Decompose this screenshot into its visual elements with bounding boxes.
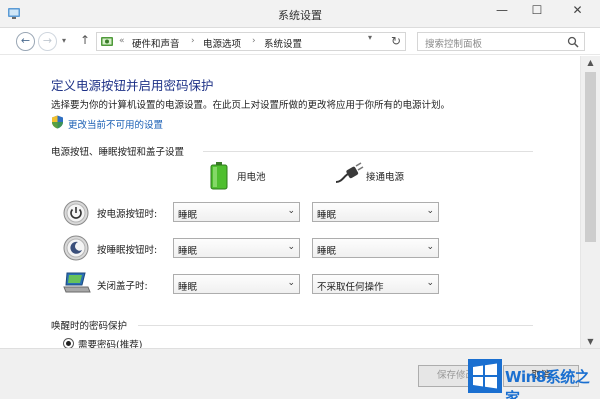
chevron-down-icon: ⌄ bbox=[426, 278, 434, 288]
laptop-lid-icon bbox=[63, 272, 91, 293]
recent-locations-button[interactable]: ▾ bbox=[62, 36, 66, 45]
watermark-text: Win8系统之家 bbox=[505, 368, 590, 399]
power-button-plugged-select[interactable]: 睡眠 ⌄ bbox=[312, 202, 439, 222]
chevron-down-icon: ⌄ bbox=[287, 242, 295, 252]
breadcrumb-system-settings[interactable]: 系统设置 bbox=[264, 36, 302, 50]
close-lid-label: 关闭盖子时: bbox=[97, 281, 148, 292]
title-bar: 系统设置 — ☐ ✕ bbox=[0, 0, 600, 28]
scroll-down-button[interactable]: ▼ bbox=[581, 337, 600, 346]
power-buttons-section-title: 电源按钮、睡眠按钮和盖子设置 bbox=[51, 147, 185, 158]
control-panel-icon bbox=[101, 37, 113, 46]
search-input[interactable]: 搜索控制面板 bbox=[425, 36, 482, 50]
forward-button[interactable]: → bbox=[38, 32, 57, 51]
chevron-down-icon: ⌄ bbox=[287, 206, 295, 216]
vertical-scrollbar[interactable]: ▲ ▼ bbox=[580, 56, 600, 348]
breadcrumb-hardware-sound[interactable]: 硬件和声音 bbox=[132, 36, 180, 50]
power-button-battery-select[interactable]: 睡眠 ⌄ bbox=[173, 202, 300, 222]
up-button[interactable]: ↑ bbox=[80, 33, 90, 47]
address-history-dropdown[interactable]: ▾ bbox=[368, 33, 372, 42]
site-watermark: Win8系统之家 bbox=[468, 355, 600, 399]
chevron-down-icon: ⌄ bbox=[426, 242, 434, 252]
breadcrumb-separator[interactable]: › bbox=[191, 36, 195, 46]
sleep-button-plugged-select[interactable]: 睡眠 ⌄ bbox=[312, 238, 439, 258]
sleep-button-icon bbox=[63, 235, 89, 261]
close-lid-plugged-select[interactable]: 不采取任何操作 ⌄ bbox=[312, 274, 439, 294]
page-description: 选择要为你的计算机设置的电源设置。在此页上对设置所做的更改将应用于你所有的电源计… bbox=[51, 100, 451, 111]
sleep-button-label: 按睡眠按钮时: bbox=[97, 245, 158, 256]
search-box[interactable]: 搜索控制面板 bbox=[417, 32, 585, 51]
section-divider bbox=[203, 151, 533, 152]
chevron-down-icon: ⌄ bbox=[287, 278, 295, 288]
scroll-up-button[interactable]: ▲ bbox=[581, 58, 600, 67]
change-unavailable-settings-link[interactable]: 更改当前不可用的设置 bbox=[68, 117, 163, 131]
battery-icon bbox=[210, 162, 228, 190]
wake-password-section-title: 唤醒时的密码保护 bbox=[51, 321, 128, 332]
breadcrumb-separator[interactable]: › bbox=[252, 36, 256, 46]
sleep-button-battery-select[interactable]: 睡眠 ⌄ bbox=[173, 238, 300, 258]
power-button-label: 按电源按钮时: bbox=[97, 209, 158, 220]
search-icon[interactable] bbox=[567, 36, 579, 48]
breadcrumb-power-options[interactable]: 电源选项 bbox=[203, 36, 241, 50]
back-button[interactable]: ← bbox=[16, 32, 35, 51]
close-lid-battery-select[interactable]: 睡眠 ⌄ bbox=[173, 274, 300, 294]
navigation-bar: ← → ▾ ↑ « 硬件和声音 › 电源选项 › 系统设置 ▾ ↻ 搜索控制面板 bbox=[0, 28, 600, 55]
windows-logo-icon bbox=[468, 359, 502, 393]
close-button[interactable]: ✕ bbox=[555, 0, 600, 22]
power-plug-icon bbox=[335, 162, 364, 183]
scroll-thumb[interactable] bbox=[585, 72, 596, 242]
breadcrumb-overflow[interactable]: « bbox=[119, 36, 125, 46]
on-battery-column-header: 用电池 bbox=[237, 172, 266, 183]
section-divider bbox=[138, 325, 533, 326]
uac-shield-icon bbox=[52, 115, 63, 129]
power-button-icon bbox=[63, 200, 89, 226]
plugged-in-column-header: 接通电源 bbox=[366, 172, 405, 183]
page-title: 定义电源按钮并启用密码保护 bbox=[51, 78, 214, 93]
minimize-button[interactable]: — bbox=[487, 0, 517, 22]
address-bar[interactable]: « 硬件和声音 › 电源选项 › 系统设置 bbox=[96, 32, 406, 51]
maximize-button[interactable]: ☐ bbox=[522, 0, 552, 22]
refresh-button[interactable]: ↻ bbox=[386, 34, 406, 48]
chevron-down-icon: ⌄ bbox=[426, 206, 434, 216]
